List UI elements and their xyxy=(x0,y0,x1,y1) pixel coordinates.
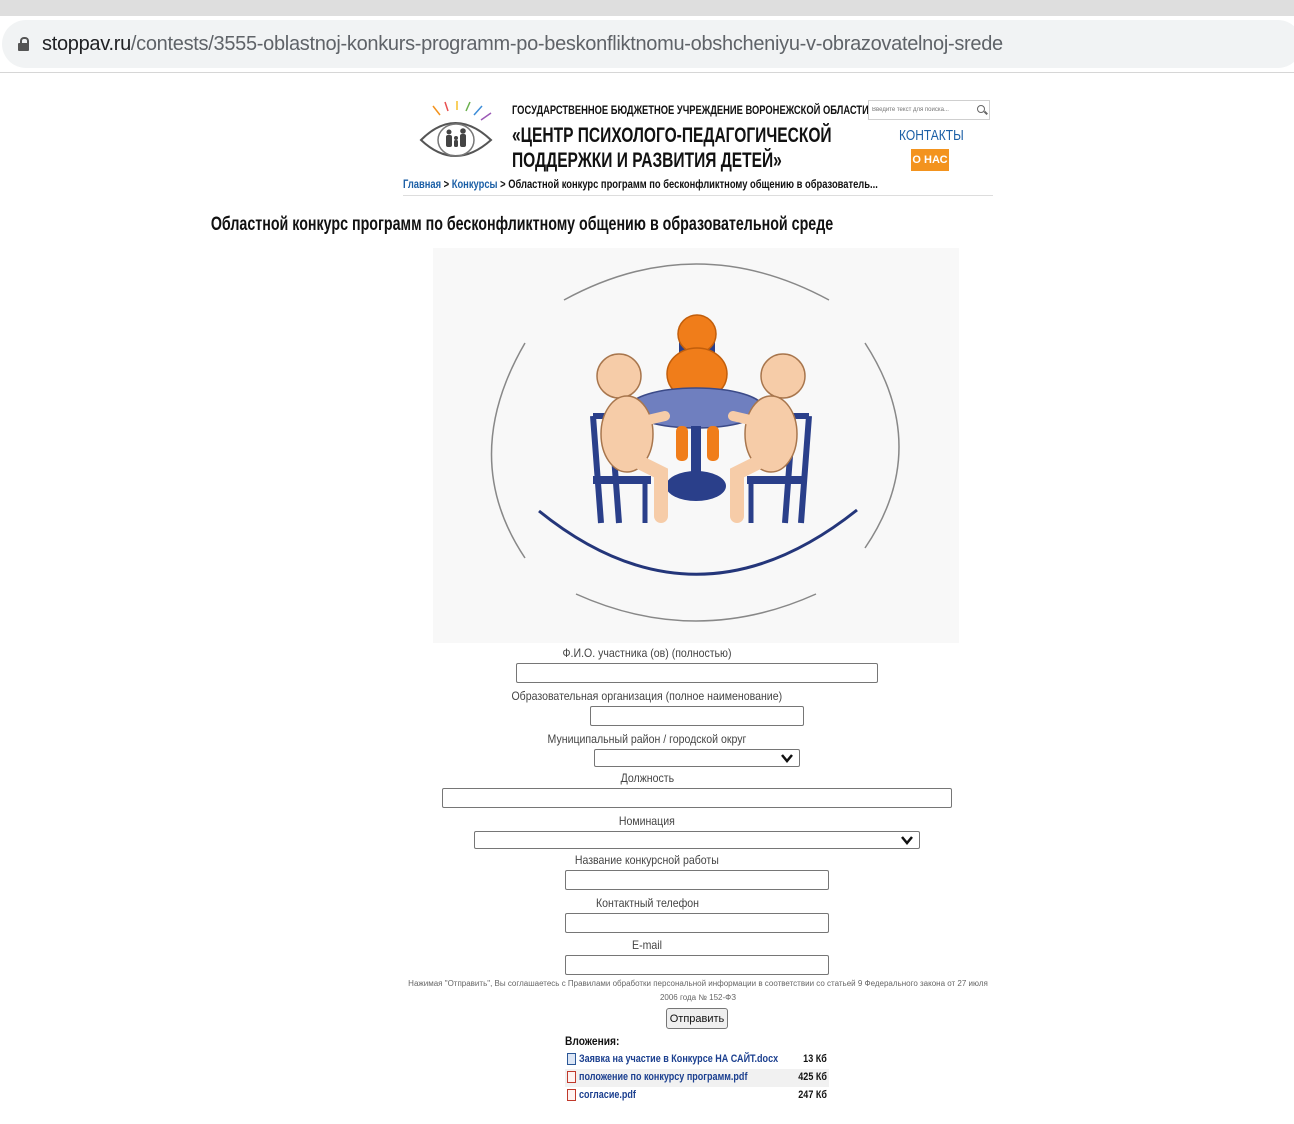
breadcrumb-contests[interactable]: Конкурсы xyxy=(452,177,498,191)
pdf-icon xyxy=(567,1089,576,1101)
address-bar: stoppav.ru/contests/3555-oblastnoj-konku… xyxy=(0,16,1294,73)
nomination-select[interactable] xyxy=(474,831,920,849)
docx-icon xyxy=(567,1053,576,1065)
chevron-down-icon xyxy=(901,836,913,845)
email-label: E-mail xyxy=(632,938,662,952)
eye-family-logo-icon[interactable] xyxy=(415,100,497,170)
url-path: /contests/3555-oblastnoj-konkurs-program… xyxy=(130,33,1003,55)
attachment-size: 247 Кб xyxy=(798,1089,827,1101)
attachment-name[interactable]: положение по конкурсу программ.pdf xyxy=(579,1071,747,1083)
lock-icon[interactable] xyxy=(18,37,29,51)
attachments-title: Вложения: xyxy=(565,1034,620,1048)
browser-tab-strip xyxy=(0,0,1294,16)
organization-input[interactable] xyxy=(590,706,804,726)
org-type-line: ГОСУДАРСТВЕННОЕ БЮДЖЕТНОЕ УЧРЕЖДЕНИЕ ВОР… xyxy=(512,103,869,117)
attachment-name[interactable]: Заявка на участие в Конкурсе НА САЙТ.doc… xyxy=(579,1053,778,1065)
phone-label: Контактный телефон xyxy=(595,896,699,910)
breadcrumb-separator: > xyxy=(497,177,509,191)
attachment-name[interactable]: согласие.pdf xyxy=(579,1089,636,1101)
pdf-icon xyxy=(567,1071,576,1083)
district-select[interactable] xyxy=(594,749,800,767)
breadcrumb-home[interactable]: Главная xyxy=(403,177,441,191)
district-label: Муниципальный район / городской округ xyxy=(547,732,747,746)
nomination-label: Номинация xyxy=(618,814,676,828)
search-icon[interactable] xyxy=(977,105,985,113)
attachment-size: 13 Кб xyxy=(803,1053,827,1065)
org-name-line-2: ПОДДЕРЖКИ И РАЗВИТИЯ ДЕТЕЙ» xyxy=(512,149,782,172)
breadcrumb-separator: > xyxy=(441,177,452,191)
breadcrumb-current: Областной конкурс программ по бесконфлик… xyxy=(508,177,878,191)
attachment-size: 425 Кб xyxy=(798,1071,827,1083)
organization-label: Образовательная организация (полное наим… xyxy=(511,689,783,703)
position-input[interactable] xyxy=(442,788,952,808)
page-title: Областной конкурс программ по бесконфлик… xyxy=(210,214,834,235)
breadcrumb: Главная > Конкурсы > Областной конкурс п… xyxy=(403,177,878,191)
submit-button[interactable]: Отправить xyxy=(666,1008,728,1029)
search-input[interactable] xyxy=(872,104,972,116)
site-search xyxy=(868,100,990,120)
header-divider xyxy=(403,195,993,196)
contacts-link[interactable]: КОНТАКТЫ xyxy=(899,127,964,144)
email-input[interactable] xyxy=(565,955,829,975)
about-button[interactable]: О НАС xyxy=(911,149,949,171)
round-table-illustration xyxy=(433,248,959,643)
consent-text: Нажимая "Отправить", Вы соглашаетесь с П… xyxy=(408,979,988,1002)
attachment-item[interactable]: согласие.pdf 247 Кб xyxy=(565,1087,829,1105)
url-field[interactable]: stoppav.ru/contests/3555-oblastnoj-konku… xyxy=(2,20,1294,68)
fio-label: Ф.И.О. участника (ов) (полностью) xyxy=(562,646,732,660)
fio-input[interactable] xyxy=(516,663,878,683)
position-label: Должность xyxy=(620,771,674,785)
work-title-label: Название конкурсной работы xyxy=(574,853,720,867)
chevron-down-icon xyxy=(781,754,793,763)
org-name-line: «ЦЕНТР ПСИХОЛОГО-ПЕДАГОГИЧЕСКОЙ xyxy=(512,124,832,147)
attachment-item[interactable]: Заявка на участие в Конкурсе НА САЙТ.doc… xyxy=(565,1051,829,1069)
attachment-item[interactable]: положение по конкурсу программ.pdf 425 К… xyxy=(565,1069,829,1087)
url-host: stoppav.ru xyxy=(42,33,131,55)
work-title-input[interactable] xyxy=(565,870,829,890)
phone-input[interactable] xyxy=(565,913,829,933)
url-text[interactable]: stoppav.ru/contests/3555-oblastnoj-konku… xyxy=(42,33,1003,56)
